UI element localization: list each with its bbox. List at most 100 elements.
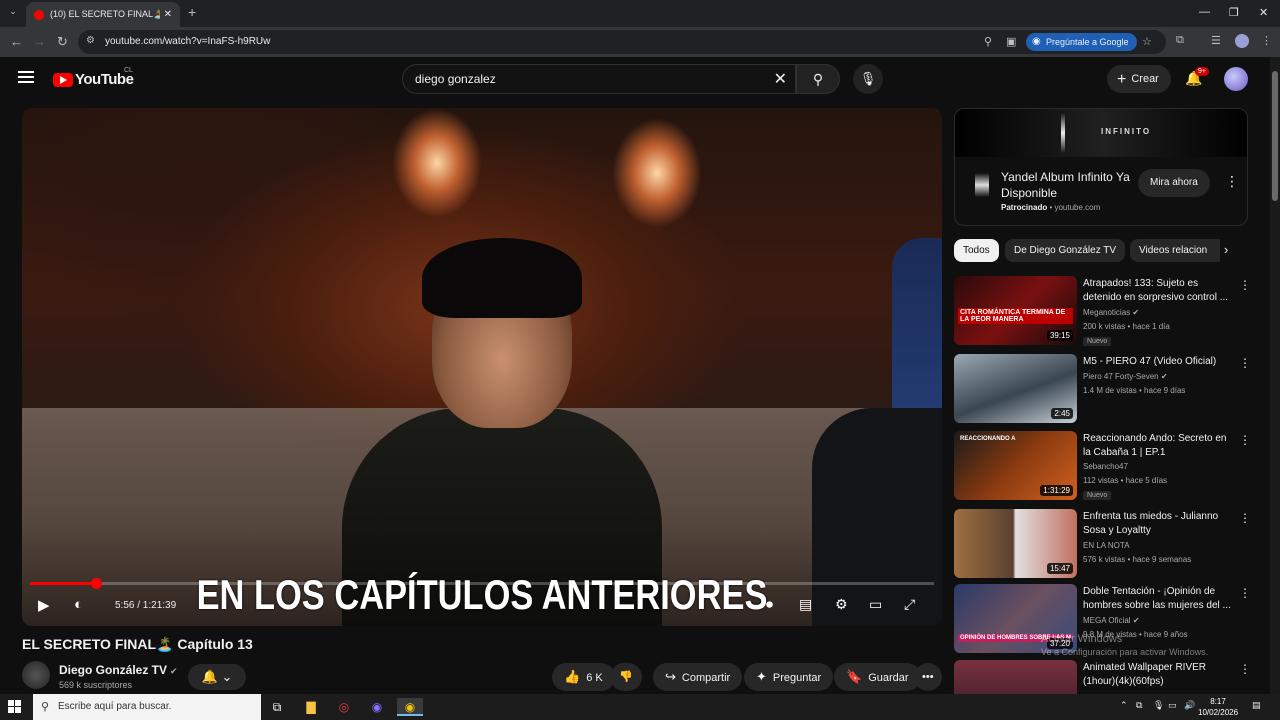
more-options-icon[interactable]: ⋮ (1239, 586, 1251, 600)
chip-related[interactable]: Videos relacion (1130, 239, 1220, 262)
theater-mode-icon[interactable]: ▭ (869, 596, 882, 613)
ad-more-options-icon[interactable]: ⋮ (1225, 173, 1239, 190)
list-item[interactable]: REACCIONANDO A 1:31:29 Reaccionando Ando… (954, 431, 1251, 501)
sponsored-ad-card[interactable]: INFINITO Yandel Album Infinito Ya Dispon… (954, 108, 1248, 226)
rec-title[interactable]: M5 - PIERO 47 (Video Oficial) (1083, 355, 1233, 369)
close-window-icon[interactable]: ✕ (1259, 6, 1268, 19)
subtitles-icon[interactable]: ▤ (799, 596, 812, 613)
chrome-icon[interactable]: ◉ (397, 698, 423, 716)
chevron-right-icon[interactable]: › (1224, 242, 1228, 257)
reload-icon[interactable]: ↻ (57, 34, 68, 50)
share-button[interactable]: ↪ Compartir (653, 663, 743, 691)
network-icon[interactable]: ▭ (1168, 700, 1177, 711)
cast-icon[interactable]: ▣ (1006, 35, 1016, 48)
more-options-icon[interactable]: ⋮ (1239, 662, 1248, 676)
rec-title[interactable]: Enfrenta tus miedos - Julianno Sosa y Lo… (1083, 510, 1233, 538)
chip-all[interactable]: Todos (954, 239, 999, 262)
minimize-icon[interactable]: — (1199, 6, 1210, 18)
channel-name[interactable]: Diego González TV ✔ (59, 663, 178, 677)
back-icon[interactable]: ← (10, 34, 23, 49)
scrollbar-thumb[interactable] (1272, 71, 1278, 201)
browser-tab[interactable]: (10) EL SECRETO FINAL🏝️ Capí ✕ (26, 2, 180, 27)
restore-icon[interactable]: ❐ (1229, 6, 1239, 19)
more-options-icon[interactable]: ⋮ (1239, 278, 1251, 292)
rec-title[interactable]: Doble Tentación - ¡Opinión de hombres so… (1083, 585, 1233, 613)
tray-chevron-up-icon[interactable]: ⌃ (1120, 700, 1128, 711)
rec-title[interactable]: Atrapados! 133: Sujeto es detenido en so… (1083, 277, 1233, 305)
ad-cta-button[interactable]: Mira ahora (1138, 169, 1210, 197)
chip-from-channel[interactable]: De Diego González TV (1005, 239, 1126, 262)
volume-tray-icon[interactable]: 🔊 (1184, 700, 1195, 711)
more-options-icon[interactable]: ⋮ (1239, 511, 1251, 525)
discord-icon[interactable]: ◉ (366, 698, 388, 716)
rec-channel[interactable]: Piero 47 Forty-Seven ✔ (1083, 372, 1168, 381)
browser-profile-avatar[interactable] (1235, 34, 1249, 48)
rec-channel[interactable]: MEGA Oficial ✔ (1083, 616, 1140, 625)
rec-channel-name[interactable]: MEGA Oficial (1083, 616, 1131, 625)
clear-search-icon[interactable]: ✕ (774, 69, 787, 89)
reading-list-icon[interactable]: ☰ (1211, 34, 1221, 47)
video-thumbnail[interactable]: 2:45 (954, 354, 1077, 423)
progress-bar[interactable] (30, 578, 934, 589)
tab-search-icon[interactable]: ⌄ (6, 6, 20, 20)
address-bar[interactable]: ⚙ youtube.com/watch?v=InaFS-h9RUw ⚲ ▣ ◉ P… (78, 30, 1166, 54)
menu-icon[interactable] (18, 71, 34, 83)
bookmark-star-icon[interactable]: ☆ (1142, 35, 1152, 48)
app-icon[interactable]: ◎ (333, 698, 355, 716)
video-thumbnail[interactable] (954, 660, 1077, 694)
channel-name-text[interactable]: Diego González TV (59, 663, 167, 677)
rec-channel[interactable]: Sebancho47 (1083, 462, 1128, 471)
search-button[interactable]: ⚲ (796, 64, 840, 94)
system-clock[interactable]: 8:17 10/02/2026 (1198, 696, 1238, 718)
close-tab-icon[interactable]: ✕ (164, 9, 172, 20)
youtube-logo[interactable]: YouTube CL (53, 67, 134, 88)
video-thumbnail[interactable]: REACCIONANDO A 1:31:29 (954, 431, 1077, 500)
chrome-menu-icon[interactable]: ⋮ (1261, 34, 1272, 47)
play-icon[interactable]: ▶ (38, 596, 50, 614)
ask-google-button[interactable]: ◉ Pregúntale a Google (1026, 33, 1137, 51)
more-actions-button[interactable]: ••• (914, 663, 942, 691)
taskbar-search-input[interactable]: ⚲ Escribe aquí para buscar. (33, 694, 261, 720)
site-info-icon[interactable]: ⚙ (86, 35, 95, 46)
windows-start-icon[interactable] (8, 700, 21, 713)
save-button[interactable]: 🔖 Guardar (834, 663, 921, 691)
extensions-icon[interactable]: ⧉ (1176, 34, 1184, 47)
rec-channel-name[interactable]: Meganoticias (1083, 308, 1130, 317)
ad-title[interactable]: Yandel Album Infinito Ya Disponible (1001, 169, 1131, 201)
rec-channel-name[interactable]: Piero 47 Forty-Seven (1083, 372, 1159, 381)
rec-channel[interactable]: Meganoticias ✔ (1083, 308, 1139, 317)
ask-button[interactable]: ✦ Preguntar (744, 663, 834, 691)
new-tab-icon[interactable]: + (188, 4, 196, 20)
account-avatar[interactable] (1224, 67, 1248, 91)
video-thumbnail[interactable]: CITA ROMÁNTICA TERMINA DE LA PEOR MANERA… (954, 276, 1077, 345)
progress-scrubber[interactable] (90, 578, 102, 589)
rec-title[interactable]: Reaccionando Ando: Secreto en la Cabaña … (1083, 432, 1233, 460)
create-button[interactable]: + Crear (1107, 65, 1171, 93)
url-text[interactable]: youtube.com/watch?v=InaFS-h9RUw (105, 36, 270, 47)
subscribed-bell-button[interactable]: 🔔 ⌄ (188, 664, 246, 690)
channel-avatar[interactable] (22, 661, 50, 689)
rec-title[interactable]: Animated Wallpaper RIVER (1hour)(4k)(60f… (1083, 661, 1233, 689)
list-item[interactable]: 15:47 Enfrenta tus miedos - Julianno Sos… (954, 509, 1251, 579)
more-options-icon[interactable]: ⋮ (1239, 356, 1251, 370)
forward-icon[interactable]: → (33, 34, 46, 49)
file-explorer-icon[interactable]: ▇ (300, 698, 322, 716)
tray-mic-icon[interactable]: 🎙 (1153, 700, 1164, 711)
video-thumbnail[interactable]: 15:47 (954, 509, 1077, 578)
zoom-icon[interactable]: ⚲ (984, 35, 992, 48)
fullscreen-icon[interactable]: ⤢ (904, 596, 915, 613)
list-item[interactable]: Animated Wallpaper RIVER (1hour)(4k)(60f… (954, 660, 1248, 694)
list-item[interactable]: CITA ROMÁNTICA TERMINA DE LA PEOR MANERA… (954, 276, 1251, 346)
like-button[interactable]: 👍 6 K (552, 663, 615, 691)
more-options-icon[interactable]: ⋮ (1239, 433, 1251, 447)
settings-gear-icon[interactable]: ⚙ (835, 596, 848, 613)
notifications-center-icon[interactable]: ▤ (1252, 700, 1261, 711)
list-item[interactable]: 2:45 M5 - PIERO 47 (Video Oficial) Piero… (954, 354, 1251, 424)
task-view-icon[interactable]: ⧉ (266, 698, 288, 716)
dislike-button[interactable]: 👎 (610, 663, 642, 691)
ad-banner[interactable]: INFINITO (955, 109, 1247, 157)
video-player[interactable]: EN LOS CAPÍTULOS ANTERIORES ▶ ◐ 5:56 / 1… (22, 108, 942, 626)
autoplay-toggle-icon[interactable]: ⏺ (766, 596, 773, 613)
voice-search-button[interactable]: 🎙 (853, 64, 883, 94)
search-input[interactable]: diego gonzalez ✕ (402, 64, 796, 94)
